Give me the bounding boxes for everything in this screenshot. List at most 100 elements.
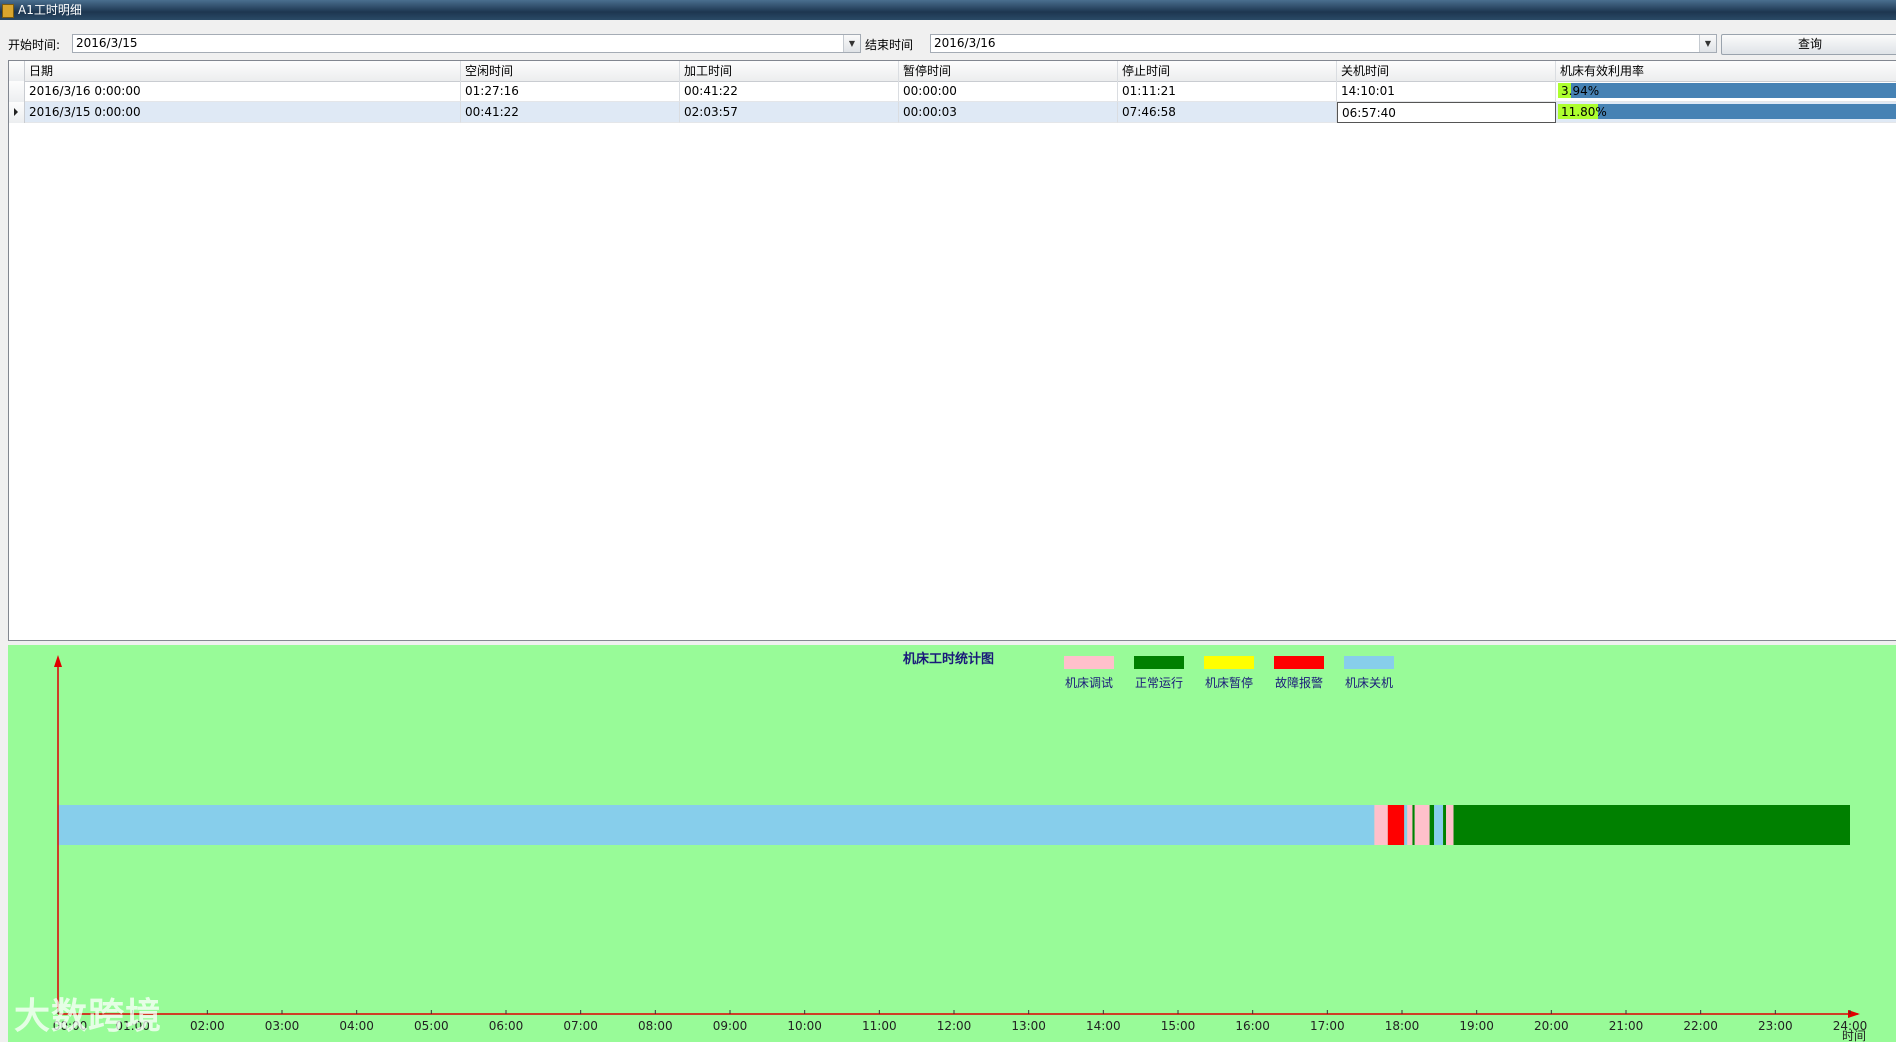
query-button[interactable]: 查询	[1721, 34, 1896, 55]
chart-canvas: 00:00 01:00 02:00 03:00 04:00 05:00 06:00 07:00…	[53, 655, 1867, 1042]
legend-swatch-debug	[1064, 656, 1114, 669]
cell-process-time[interactable]: 00:41:22	[680, 81, 899, 102]
legend-swatch-alarm	[1274, 656, 1324, 669]
row-header-corner	[9, 61, 25, 81]
legend-swatch-off	[1344, 656, 1394, 669]
end-time-value: 2016/3/16	[934, 36, 996, 50]
worktime-chart: 00:00 01:00 02:00 03:00 04:00 05:00 06:00 07:00…	[8, 645, 1896, 1042]
x-tick-label: 18:00	[1385, 1019, 1420, 1033]
legend-swatch-pause	[1204, 656, 1254, 669]
timeline-segment	[1407, 805, 1413, 845]
legend-item-running: 正常运行	[1134, 656, 1184, 691]
column-header-date[interactable]: 日期	[25, 61, 461, 81]
cell-stop-time[interactable]: 01:11:21	[1118, 81, 1337, 102]
y-axis-arrow	[54, 655, 62, 667]
watermark-logo: 大数跨境	[14, 996, 163, 1037]
x-tick-label: 08:00	[638, 1019, 673, 1033]
column-header-idle-time[interactable]: 空闲时间	[461, 61, 680, 81]
start-time-dropdown[interactable]: ▼	[843, 35, 860, 52]
end-time-label: 结束时间	[865, 38, 914, 52]
legend-label-pause: 机床暂停	[1204, 676, 1253, 690]
x-tick-label: 14:00	[1086, 1019, 1121, 1033]
x-tick-label: 02:00	[190, 1019, 225, 1033]
cell-off-time-active[interactable]: 06:57:40	[1337, 102, 1556, 123]
start-time-picker[interactable]: 2016/3/15 ▼	[72, 34, 861, 53]
timeline-segment	[1374, 805, 1388, 845]
legend-label-debug: 机床调试	[1064, 676, 1113, 690]
x-tick-label: 03:00	[265, 1019, 300, 1033]
timeline-segment	[1429, 805, 1435, 845]
legend-label-alarm: 故障报警	[1274, 676, 1323, 690]
cell-utilization[interactable]: 3.94%	[1556, 81, 1896, 102]
x-tick-label: 13:00	[1011, 1019, 1046, 1033]
current-row-arrow-icon	[14, 108, 18, 116]
cell-idle-time[interactable]: 00:41:22	[461, 102, 680, 123]
cell-date[interactable]: 2016/3/15 0:00:00	[25, 102, 461, 123]
timeline-segment	[1446, 805, 1454, 845]
utilization-bar: 3.94%	[1558, 83, 1896, 98]
timeline-segment	[1387, 805, 1405, 845]
cell-off-time[interactable]: 14:10:01	[1337, 81, 1556, 102]
legend-label-off: 机床关机	[1344, 676, 1393, 690]
cell-process-time[interactable]: 02:03:57	[680, 102, 899, 123]
timeline-segment	[1412, 805, 1415, 845]
start-time-label: 开始时间:	[8, 38, 61, 52]
utilization-text: 3.94%	[1561, 84, 1600, 98]
utilization-text: 11.80%	[1561, 105, 1607, 119]
window-title: A1工时明细	[18, 3, 82, 17]
legend-item-debug: 机床调试	[1064, 656, 1114, 691]
column-header-utilization[interactable]: 机床有效利用率	[1556, 61, 1896, 81]
cell-stop-time[interactable]: 07:46:58	[1118, 102, 1337, 123]
x-tick-label: 04:00	[339, 1019, 374, 1033]
table-row[interactable]: 2016/3/15 0:00:00 00:41:22 02:03:57 00:0…	[9, 102, 1896, 123]
column-header-stop-time[interactable]: 停止时间	[1118, 61, 1337, 81]
x-tick-label: 20:00	[1534, 1019, 1569, 1033]
row-header[interactable]	[9, 102, 25, 123]
cell-pause-time[interactable]: 00:00:03	[899, 102, 1118, 123]
x-tick-label: 06:00	[489, 1019, 524, 1033]
column-header-process-time[interactable]: 加工时间	[680, 61, 899, 81]
legend-item-off: 机床关机	[1344, 656, 1394, 691]
utilization-bar: 11.80%	[1558, 104, 1896, 119]
x-tick-label: 17:00	[1310, 1019, 1345, 1033]
column-header-pause-time[interactable]: 暂停时间	[899, 61, 1118, 81]
row-header[interactable]	[9, 81, 25, 102]
cell-idle-time[interactable]: 01:27:16	[461, 81, 680, 102]
legend-label-running: 正常运行	[1134, 676, 1183, 690]
timeline-segment	[1404, 805, 1408, 845]
x-tick-label: 07:00	[563, 1019, 598, 1033]
timeline-segment	[1414, 805, 1430, 845]
app-icon	[2, 4, 14, 18]
cell-pause-time[interactable]: 00:00:00	[899, 81, 1118, 102]
legend-item-pause: 机床暂停	[1204, 656, 1254, 691]
timeline-segment	[1453, 805, 1850, 845]
chart-title: 机床工时统计图	[903, 652, 995, 667]
x-tick-label: 16:00	[1235, 1019, 1270, 1033]
x-tick-label: 23:00	[1758, 1019, 1793, 1033]
x-tick-label: 12:00	[937, 1019, 972, 1033]
chevron-down-icon: ▼	[848, 39, 856, 48]
start-time-value: 2016/3/15	[76, 36, 138, 50]
cell-date[interactable]: 2016/3/16 0:00:00	[25, 81, 461, 102]
window-titlebar: A1工时明细	[0, 0, 1896, 20]
x-tick-label: 15:00	[1161, 1019, 1196, 1033]
legend-swatch-running	[1134, 656, 1184, 669]
chevron-down-icon: ▼	[1704, 39, 1712, 48]
x-tick-label: 10:00	[787, 1019, 822, 1033]
query-bar: 开始时间: 2016/3/15 ▼ 结束时间 2016/3/16 ▼ 查询	[0, 24, 1896, 58]
worktime-table: 日期 空闲时间 加工时间 暂停时间 停止时间 关机时间 机床有效利用率 2016…	[8, 60, 1896, 641]
x-tick-label: 21:00	[1609, 1019, 1644, 1033]
x-tick-label: 19:00	[1459, 1019, 1494, 1033]
end-time-dropdown[interactable]: ▼	[1699, 35, 1716, 52]
timeline-segment	[1443, 805, 1447, 845]
table-header: 日期 空闲时间 加工时间 暂停时间 停止时间 关机时间 机床有效利用率	[9, 61, 1896, 82]
end-time-picker[interactable]: 2016/3/16 ▼	[930, 34, 1717, 53]
legend-item-alarm: 故障报警	[1274, 656, 1324, 691]
cell-utilization[interactable]: 11.80%	[1556, 102, 1896, 123]
table-row[interactable]: 2016/3/16 0:00:00 01:27:16 00:41:22 00:0…	[9, 81, 1896, 102]
x-axis-label: 时间	[1842, 1029, 1866, 1042]
timeline-segment	[58, 805, 1375, 845]
x-tick-label: 05:00	[414, 1019, 449, 1033]
column-header-off-time[interactable]: 关机时间	[1337, 61, 1556, 81]
x-tick-label: 11:00	[862, 1019, 897, 1033]
